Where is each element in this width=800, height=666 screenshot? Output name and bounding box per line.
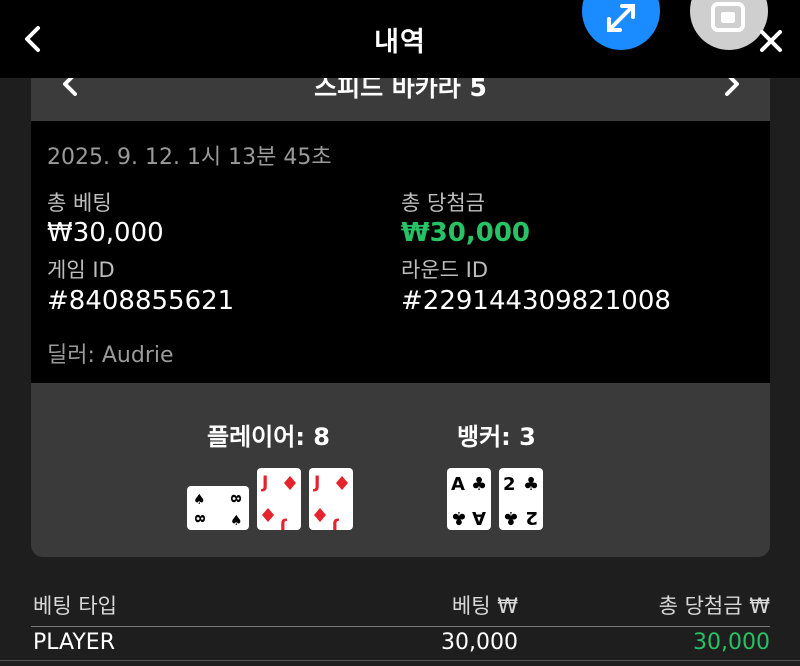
svg-text:J: J xyxy=(280,517,287,530)
round-id-label: 라운드 ID xyxy=(401,258,488,282)
bottom-divider xyxy=(0,660,800,661)
player-card-1: ♠ 8 8 ♠ xyxy=(187,486,249,530)
expand-icon xyxy=(607,4,635,32)
game-id-value: #8408855621 xyxy=(47,286,235,316)
top-bar: 내역 xyxy=(0,0,800,78)
total-win-header: 총 당첨금 ₩ xyxy=(658,594,770,618)
svg-text:♠: ♠ xyxy=(193,492,206,508)
bet-type-header: 베팅 타입 xyxy=(33,594,117,618)
close-icon xyxy=(760,30,782,52)
total-bet-value: ₩30,000 xyxy=(47,218,164,248)
game-id-label: 게임 ID xyxy=(47,258,115,282)
club-icon: A ♣ ♣ A xyxy=(451,474,487,528)
picture-in-picture-button[interactable] xyxy=(690,0,768,50)
svg-text:J: J xyxy=(313,473,320,493)
win-amount-cell: 30,000 xyxy=(693,630,770,655)
round-info: 2025. 9. 12. 1시 13분 45초 총 베팅 ₩30,000 총 당… xyxy=(31,121,770,383)
svg-text:♣: ♣ xyxy=(503,507,519,528)
player-card-2: J J xyxy=(257,468,301,530)
total-bet-label: 총 베팅 xyxy=(47,191,112,215)
bet-amount-header: 베팅 ₩ xyxy=(451,594,518,618)
svg-text:♣: ♣ xyxy=(451,507,467,528)
svg-text:A: A xyxy=(451,474,465,495)
round-id-value: #229144309821008 xyxy=(401,286,671,316)
dealer-name: 딜러: Audrie xyxy=(47,343,174,368)
svg-text:8: 8 xyxy=(191,514,206,523)
diamond-icon: J J xyxy=(261,473,296,530)
svg-text:2: 2 xyxy=(525,507,538,528)
svg-text:2: 2 xyxy=(503,474,516,495)
banker-card-2: 2 ♣ ♣ 2 xyxy=(499,468,543,530)
diamond-icon: J J xyxy=(313,473,348,530)
svg-text:♣: ♣ xyxy=(523,474,539,495)
svg-text:J: J xyxy=(332,517,339,530)
banker-score: 뱅커: 3 xyxy=(457,423,536,451)
svg-text:8: 8 xyxy=(227,494,242,503)
player-score: 플레이어: 8 xyxy=(207,423,330,451)
spade-icon: ♠ 8 8 ♠ xyxy=(191,492,243,529)
expand-button[interactable] xyxy=(582,0,660,50)
bet-amount-cell: 30,000 xyxy=(441,630,518,655)
total-win-label: 총 당첨금 xyxy=(401,191,485,215)
page-title: 내역 xyxy=(374,27,426,58)
table-divider xyxy=(31,626,770,627)
round-timestamp: 2025. 9. 12. 1시 13분 45초 xyxy=(47,145,332,170)
svg-text:♣: ♣ xyxy=(471,474,487,495)
result-panel: 플레이어: 8 뱅커: 3 ♠ 8 8 ♠ J J J J A ♣ ♣ A 2 … xyxy=(31,383,770,557)
picture-in-picture-icon xyxy=(711,2,745,32)
svg-text:A: A xyxy=(472,507,486,528)
svg-text:♠: ♠ xyxy=(230,513,243,529)
total-win-value: ₩30,000 xyxy=(401,218,531,248)
club-icon: 2 ♣ ♣ 2 xyxy=(503,474,539,528)
bet-type-cell: PLAYER xyxy=(33,630,115,655)
banker-card-1: A ♣ ♣ A xyxy=(447,468,491,530)
close-button[interactable] xyxy=(758,28,784,54)
player-card-3: J J xyxy=(309,468,353,530)
svg-text:J: J xyxy=(261,473,268,493)
